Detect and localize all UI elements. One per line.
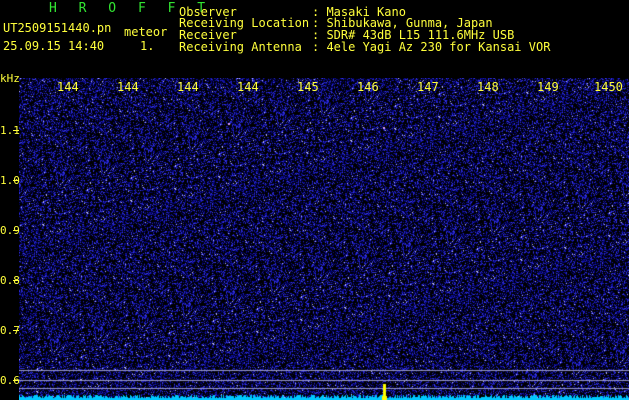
datetime-label: 25.09.15 14:40 xyxy=(3,39,105,53)
x-tick: 144 xyxy=(177,80,199,94)
x-tick: 144 xyxy=(117,80,139,94)
y-axis-unit: kHz xyxy=(0,72,20,85)
x-tick: 146 xyxy=(357,80,379,94)
meteor-label: meteor xyxy=(124,25,168,39)
y-tick-mark xyxy=(13,330,19,331)
spectrogram xyxy=(19,78,629,400)
x-tick: 148 xyxy=(477,80,499,94)
x-tick: 149 xyxy=(537,80,559,94)
count-label: 1. xyxy=(140,39,155,53)
info-value-antenna: : 4ele Yagi Az 230 for Kansai VOR xyxy=(312,40,551,54)
info-label-antenna: Receiving Antenna xyxy=(179,40,302,54)
y-tick-mark xyxy=(13,230,19,231)
y-tick-mark xyxy=(13,130,19,131)
y-tick-mark xyxy=(13,180,19,181)
x-tick: 145 xyxy=(297,80,319,94)
filename-label: UT2509151440.pn xyxy=(3,21,112,35)
x-tick: 144 xyxy=(237,80,259,94)
y-tick-mark xyxy=(13,380,19,381)
x-tick: 147 xyxy=(417,80,439,94)
x-tick: 144 xyxy=(57,80,79,94)
y-tick-mark xyxy=(13,280,19,281)
x-tick: 1450 xyxy=(594,80,623,94)
